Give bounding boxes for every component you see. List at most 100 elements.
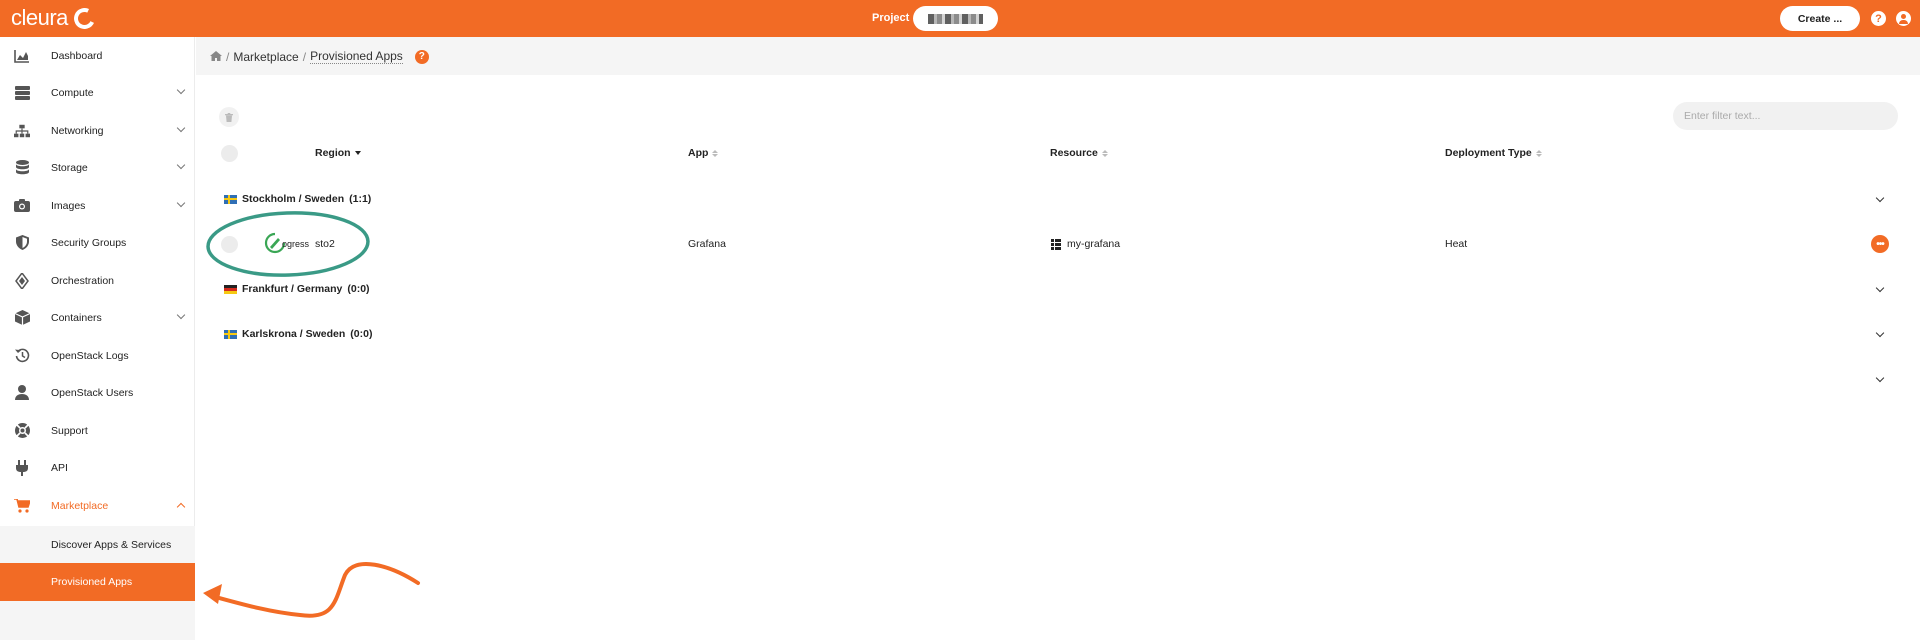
sidebar-item-label: Compute [51,86,94,99]
breadcrumb-separator: / [302,49,307,64]
region-group-count: (0:0) [350,328,373,340]
sidebar-item-images[interactable]: Images [0,187,195,224]
sidebar-item-orchestration[interactable]: Orchestration [0,262,195,299]
row-app-label: Grafana [688,238,726,250]
brand-name: cleura [11,5,68,30]
row-app: Grafana [688,238,726,250]
chevron-down-icon [176,123,186,133]
sidebar-item-security-groups[interactable]: Security Groups [0,224,195,261]
delete-selected-button[interactable] [219,107,239,127]
sidebar: Dashboard Compute Networking Storage Ima… [0,37,195,640]
sort-descending-icon [354,151,361,155]
breadcrumb-separator: / [226,49,230,64]
top-bar: cleura Project Create ... ? [0,0,1920,37]
sidebar-item-label: Security Groups [51,236,127,249]
chevron-down-icon[interactable] [1875,193,1885,203]
sidebar-item-label: Marketplace [51,499,109,512]
chevron-up-icon [176,502,186,512]
sitemap-icon [14,123,30,139]
column-header-app[interactable]: App [688,147,719,159]
row-status: ogress [282,239,310,249]
sidebar-subitem-provisioned-apps[interactable]: Provisioned Apps [0,563,195,601]
sidebar-subitem-discover-apps[interactable]: Discover Apps & Services [0,526,195,564]
camera-icon [14,198,30,214]
region-group-karlskrona[interactable]: Karlskrona / Sweden (0:0) [224,328,372,340]
sweden-flag-icon [224,329,237,339]
help-icon[interactable]: ? [1871,11,1886,26]
region-group-stockholm[interactable]: Stockholm / Sweden (1:1) [224,193,371,205]
sidebar-item-openstack-logs[interactable]: OpenStack Logs [0,337,195,374]
pointer-arrowhead [203,584,222,604]
breadcrumb-marketplace[interactable]: Marketplace [233,50,298,64]
layers-icon [14,272,30,289]
column-header-label: Region [315,147,351,159]
redacted-project-name [928,13,983,24]
breadcrumb: / Marketplace / Provisioned Apps ? [210,49,429,64]
sidebar-item-networking[interactable]: Networking [0,112,195,149]
cleura-logo-icon [70,4,98,32]
row-checkbox[interactable] [221,236,238,253]
row-resource-label: my-grafana [1067,238,1121,250]
shield-icon [14,235,30,251]
sidebar-item-label: Images [51,199,86,212]
trash-icon [225,112,233,122]
sidebar-item-marketplace[interactable]: Marketplace [0,487,195,524]
sidebar-item-support[interactable]: Support [0,412,195,449]
chevron-down-icon[interactable] [1875,328,1885,338]
table-icon [1051,238,1061,250]
column-header-region[interactable]: Region [315,147,361,159]
sidebar-item-compute[interactable]: Compute [0,74,195,111]
sidebar-item-openstack-users[interactable]: OpenStack Users [0,374,195,411]
sort-icon [1535,149,1542,157]
sidebar-item-api[interactable]: API [0,449,195,486]
home-icon[interactable] [210,50,222,64]
row-deployment-type: Heat [1445,238,1467,250]
sidebar-item-label: Storage [51,161,88,174]
region-group-label: Frankfurt / Germany [242,283,343,295]
sidebar-item-label: Dashboard [51,49,103,62]
region-group-count: (0:0) [347,283,370,295]
sweden-flag-icon [224,194,237,204]
filter-input[interactable] [1673,102,1898,130]
life-ring-icon [14,423,30,439]
chevron-down-icon[interactable] [1875,373,1885,383]
chevron-down-icon [176,310,186,320]
server-icon [14,85,30,101]
sidebar-item-label: Networking [51,124,104,137]
sidebar-item-label: Containers [51,311,102,324]
chart-area-icon [14,48,30,64]
sidebar-subitem-label: Discover Apps & Services [51,539,172,551]
sidebar-item-label: OpenStack Logs [51,349,129,362]
database-icon [14,160,30,176]
page-help-icon[interactable]: ? [414,49,429,64]
select-all-checkbox[interactable] [221,145,238,162]
project-label: Project [872,12,910,24]
column-header-deployment-type[interactable]: Deployment Type [1445,147,1542,159]
chevron-down-icon[interactable] [1875,283,1885,293]
cleura-logo[interactable]: cleura [11,4,98,32]
breadcrumb-bar: / Marketplace / Provisioned Apps ? [196,37,1920,75]
column-header-label: Resource [1050,147,1098,159]
row-region: sto2 [315,238,335,250]
chevron-down-icon [176,198,186,208]
region-group-count: (1:1) [349,193,372,205]
sort-icon [1101,149,1108,157]
sidebar-item-label: Orchestration [51,274,115,287]
more-actions-button[interactable]: ••• [1871,235,1889,253]
sidebar-subitem-label: Provisioned Apps [51,576,133,588]
sort-icon [712,149,719,157]
sidebar-item-label: OpenStack Users [51,386,134,399]
sidebar-item-containers[interactable]: Containers [0,299,195,336]
breadcrumb-provisioned-apps: Provisioned Apps [310,49,403,64]
sidebar-item-dashboard[interactable]: Dashboard [0,37,195,74]
create-button[interactable]: Create ... [1780,6,1860,31]
region-group-frankfurt[interactable]: Frankfurt / Germany (0:0) [224,283,370,295]
user-account-icon[interactable] [1896,11,1911,26]
column-header-resource[interactable]: Resource [1050,147,1108,159]
sidebar-item-label: API [51,461,68,474]
column-header-label: Deployment Type [1445,147,1532,159]
row-resource[interactable]: my-grafana [1051,238,1120,250]
sidebar-item-label: Support [51,424,88,437]
sidebar-item-storage[interactable]: Storage [0,149,195,186]
project-selector[interactable] [913,6,998,31]
